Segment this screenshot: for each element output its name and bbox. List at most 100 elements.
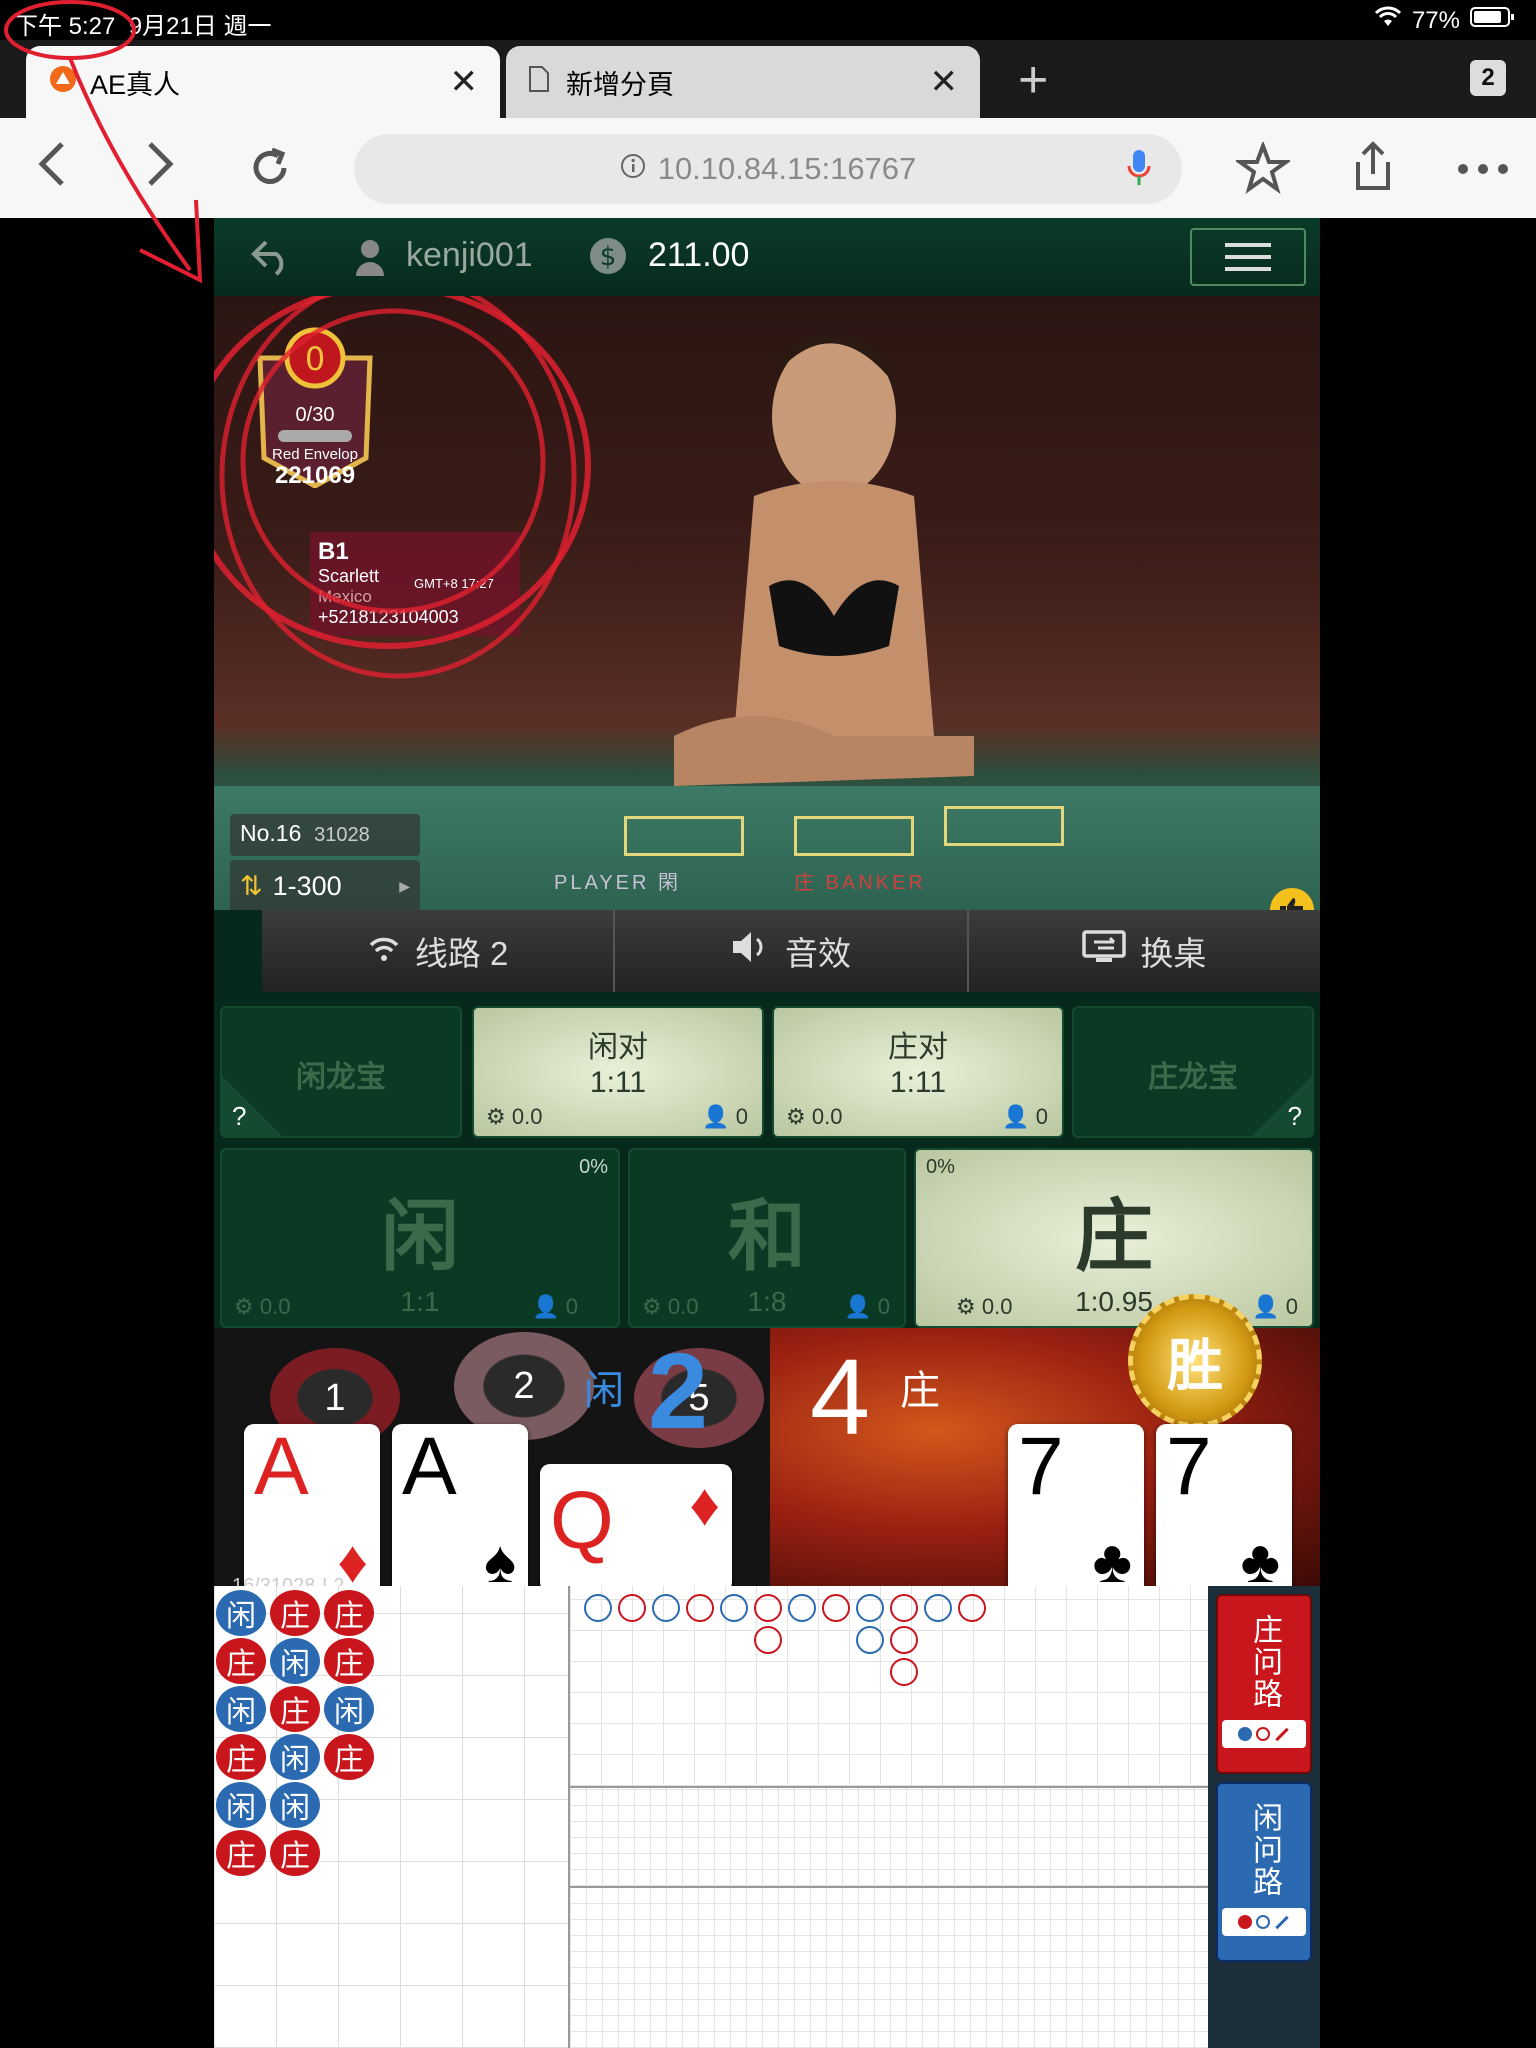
bet-players: 👤 0 xyxy=(1252,1294,1298,1319)
help-icon[interactable] xyxy=(222,1076,282,1136)
hamburger-menu-button[interactable] xyxy=(1190,228,1306,286)
player-pair-bet[interactable]: 闲对 1:11 ⚙ 0.0 👤 0 xyxy=(472,1006,764,1138)
bet-limit-button[interactable]: ⇅ 1-300 ▶ xyxy=(230,860,420,910)
tab-bar: AE真人 ✕ 新增分頁 ✕ + 2 xyxy=(0,40,1536,118)
card-rank: 7 xyxy=(1018,1421,1064,1512)
bead-road-item: 庄 xyxy=(216,1830,266,1876)
table-player-print: PLAYER 閑 xyxy=(554,872,681,894)
line-label: 线路 2 xyxy=(414,935,509,972)
bead-road-item: 庄 xyxy=(270,1590,320,1636)
reload-icon[interactable] xyxy=(246,144,294,203)
ask-label: 庄问路 xyxy=(1248,1614,1281,1710)
status-bar: 下午 5:27 9月21日 週一 77% xyxy=(0,0,1536,40)
help-label: ? xyxy=(232,1101,247,1131)
line-button[interactable]: 线路 2 xyxy=(262,910,616,992)
bead-road-item: 庄 xyxy=(324,1590,374,1636)
bet-name: 闲 xyxy=(380,1192,459,1280)
microphone-icon[interactable] xyxy=(1126,148,1152,198)
live-video: PLAYER 閑 庄 BANKER 0 0/30 Red Envelop 221… xyxy=(214,296,1320,910)
banker-label: 庄 xyxy=(900,1369,940,1413)
page-icon xyxy=(528,65,550,100)
share-icon[interactable] xyxy=(1350,140,1396,199)
card-rank: A xyxy=(254,1421,309,1512)
bead-road-item: 闲 xyxy=(270,1734,320,1780)
roadmap-panel: 庄问路 闲问路 闲庄庄庄闲庄闲庄闲庄闲庄闲闲庄庄 xyxy=(214,1586,1320,2048)
bet-name: 庄 xyxy=(1074,1192,1153,1280)
bet-amount: ⚙ 0.0 xyxy=(956,1294,1013,1319)
ask-label: 闲问路 xyxy=(1248,1802,1281,1898)
big-road xyxy=(568,1586,1208,1786)
bookmark-star-icon[interactable] xyxy=(1233,140,1293,199)
sound-button[interactable]: 音效 xyxy=(615,910,969,992)
bead-road-item: 庄 xyxy=(216,1638,266,1684)
shoe-number: No.16 xyxy=(240,820,302,846)
player-ask-road-button[interactable]: 闲问路 xyxy=(1216,1782,1312,1962)
bet-amount: ⚙ 0.0 xyxy=(486,1104,543,1129)
annotation-scribble xyxy=(214,296,591,679)
svg-text:$: $ xyxy=(600,242,617,272)
banker-pair-bet[interactable]: 庄对 1:11 ⚙ 0.0 👤 0 xyxy=(772,1006,1064,1138)
sound-label: 音效 xyxy=(784,935,851,972)
help-icon[interactable] xyxy=(1252,1076,1312,1136)
bead-road-item: 庄 xyxy=(216,1734,266,1780)
address-bar[interactable]: 10.10.84.15:16767 xyxy=(354,134,1182,204)
annotation-arrow xyxy=(4,0,203,284)
change-table-button[interactable]: 换桌 xyxy=(969,910,1320,992)
balance: 211.00 xyxy=(648,236,750,274)
user-icon xyxy=(354,238,386,285)
banker-card-2: 7 ♣ xyxy=(1156,1421,1292,1600)
bet-limit: 1-300 xyxy=(272,870,342,901)
bet-players: 👤 0 xyxy=(1002,1104,1048,1129)
big-eye-road xyxy=(568,1786,1208,1886)
bet-name: 和 xyxy=(727,1192,806,1280)
battery-percent: 77% xyxy=(1411,6,1460,34)
tie-bet[interactable]: 和 1:8 ⚙ 0.0 👤 0 xyxy=(628,1148,906,1328)
player-dragon-bonus-bet[interactable]: 闲龙宝 ? xyxy=(220,1006,462,1138)
player-bet[interactable]: 0% 闲 1:1 ⚙ 0.0 👤 0 xyxy=(220,1148,620,1328)
wifi-icon xyxy=(1374,6,1402,35)
new-tab-button[interactable]: + xyxy=(1018,50,1048,110)
banker-ask-road-button[interactable]: 庄问路 xyxy=(1216,1594,1312,1774)
table-banker-print: 庄 BANKER xyxy=(794,872,926,894)
bead-road-item: 闲 xyxy=(216,1590,266,1636)
card-suit: ♦ xyxy=(689,1471,720,1538)
bead-road-item: 庄 xyxy=(270,1686,320,1732)
banker-dragon-bonus-bet[interactable]: 庄龙宝 ? xyxy=(1072,1006,1314,1138)
game-top-bar: kenji001 $ 211.00 xyxy=(214,218,1320,296)
bet-odds: 1:11 xyxy=(589,1066,647,1099)
game-area: kenji001 $ 211.00 PLAYER 閑 庄 BANKER 0 0/… xyxy=(214,218,1320,2048)
bet-players: 👤 0 xyxy=(844,1294,890,1319)
bead-road-item: 庄 xyxy=(324,1638,374,1684)
ask-preview-icon xyxy=(1222,1720,1306,1748)
bead-road-item: 闲 xyxy=(216,1782,266,1828)
bet-amount: ⚙ 0.0 xyxy=(234,1294,291,1319)
tab-count-button[interactable]: 2 xyxy=(1470,60,1506,96)
info-icon[interactable] xyxy=(620,151,646,187)
navigation-bar: 10.10.84.15:16767 xyxy=(0,118,1536,218)
close-tab-icon[interactable]: ✕ xyxy=(930,62,959,102)
bet-percent: 0% xyxy=(926,1156,955,1178)
return-icon[interactable] xyxy=(250,238,294,285)
player-card-2: A ♠ xyxy=(392,1421,528,1600)
tab-title: 新增分頁 xyxy=(566,69,674,100)
player-card-1: A ♦ xyxy=(244,1421,380,1600)
win-badge: 胜 xyxy=(1128,1294,1262,1428)
bead-road-item: 庄 xyxy=(270,1830,320,1876)
banker-bet[interactable]: 0% 庄 1:0.95 ⚙ 0.0 👤 0 xyxy=(914,1148,1314,1328)
bead-road-item: 庄 xyxy=(324,1734,374,1780)
small-road xyxy=(568,1886,1208,2048)
table-boxes xyxy=(624,806,1320,876)
more-menu-icon[interactable] xyxy=(1456,162,1510,181)
bet-percent: 0% xyxy=(579,1156,608,1178)
bet-name: 闲对 xyxy=(588,1031,648,1064)
help-label: ? xyxy=(1287,1101,1302,1131)
chevron-right-icon: ▶ xyxy=(399,877,410,894)
tab-new[interactable]: 新增分頁 ✕ xyxy=(506,46,980,118)
bead-road-item: 闲 xyxy=(324,1686,374,1732)
speaker-icon xyxy=(731,930,771,972)
close-tab-icon[interactable]: ✕ xyxy=(450,62,479,102)
wifi-signal-icon xyxy=(367,932,401,970)
username: kenji001 xyxy=(406,236,533,274)
balance-icon: $ xyxy=(588,236,628,285)
result-panel: 1 2 5 闲 2 A ♦ A ♠ Q ♦ 16/31028-L2 4 庄 胜 xyxy=(214,1294,1320,1600)
